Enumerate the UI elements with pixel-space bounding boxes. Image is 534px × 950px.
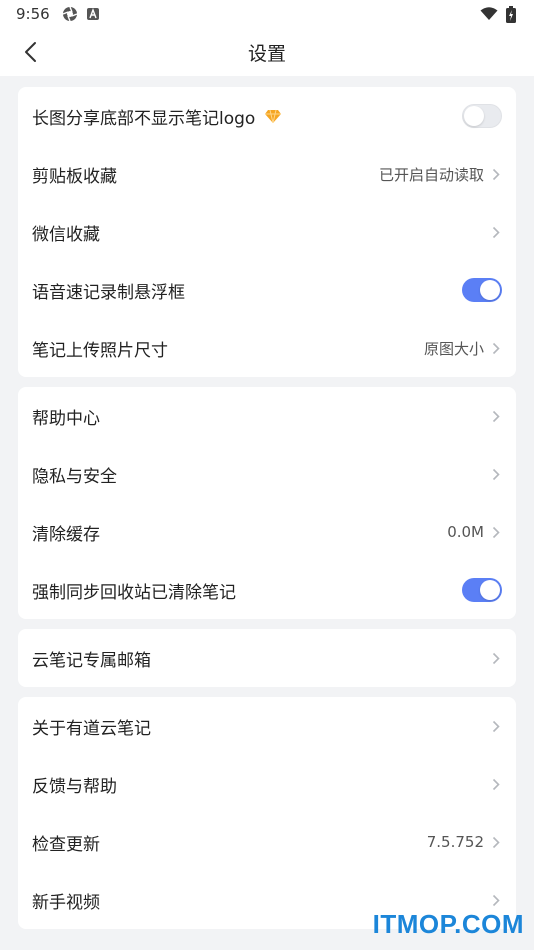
toggle-knob bbox=[464, 106, 484, 126]
battery-charging-icon bbox=[506, 5, 516, 23]
setting-row-voice-float[interactable]: 语音速记录制悬浮框 bbox=[18, 261, 516, 319]
force-sync-toggle[interactable] bbox=[462, 578, 502, 602]
setting-label: 长图分享底部不显示笔记logo bbox=[32, 108, 256, 129]
watermark: ITMOP.COM bbox=[372, 909, 524, 939]
setting-label-container: 长图分享底部不显示笔记logo bbox=[32, 104, 462, 129]
chevron-right-icon bbox=[490, 466, 502, 482]
chevron-right-icon bbox=[490, 776, 502, 792]
setting-row-mailbox[interactable]: 云笔记专属邮箱 bbox=[18, 629, 516, 687]
chevron-right-icon bbox=[490, 524, 502, 540]
chevron-right-icon bbox=[490, 834, 502, 850]
toggle-knob bbox=[480, 280, 500, 300]
page-title: 设置 bbox=[247, 42, 286, 65]
setting-row-about[interactable]: 关于有道云笔记 bbox=[18, 697, 516, 755]
setting-row-feedback[interactable]: 反馈与帮助 bbox=[18, 755, 516, 813]
chevron-right-icon bbox=[490, 718, 502, 734]
settings-group-help: 帮助中心 隐私与安全 清除缓存 0.0M 强制同步回收站已清除笔记 bbox=[18, 387, 516, 619]
chevron-right-icon bbox=[490, 224, 502, 240]
app-notification-icon bbox=[86, 7, 100, 21]
setting-row-photo-size[interactable]: 笔记上传照片尺寸 原图大小 bbox=[18, 319, 516, 377]
setting-label: 强制同步回收站已清除笔记 bbox=[32, 582, 236, 603]
setting-label: 帮助中心 bbox=[32, 408, 100, 429]
aperture-icon bbox=[62, 6, 78, 22]
toggle-knob bbox=[480, 580, 500, 600]
setting-label: 微信收藏 bbox=[32, 224, 100, 245]
chevron-right-icon bbox=[490, 340, 502, 356]
gem-icon bbox=[265, 109, 282, 123]
setting-label: 清除缓存 bbox=[32, 524, 100, 545]
setting-label: 关于有道云笔记 bbox=[32, 718, 151, 739]
setting-label: 剪贴板收藏 bbox=[32, 166, 117, 187]
navigation-bar: 设置 bbox=[0, 28, 534, 76]
settings-group-mail: 云笔记专属邮箱 bbox=[18, 629, 516, 687]
settings-group-about: 关于有道云笔记 反馈与帮助 检查更新 7.5.752 新手视频 bbox=[18, 697, 516, 929]
setting-value: 7.5.752 bbox=[426, 833, 484, 851]
setting-label: 检查更新 bbox=[32, 834, 100, 855]
back-button[interactable] bbox=[18, 40, 42, 64]
setting-value: 已开启自动读取 bbox=[378, 165, 484, 184]
settings-group-general: 长图分享底部不显示笔记logo 剪贴板收藏 已开启自动读取 微信收藏 语音速记录… bbox=[18, 87, 516, 377]
chevron-right-icon bbox=[490, 166, 502, 182]
chevron-right-icon bbox=[490, 408, 502, 424]
setting-row-long-image-logo[interactable]: 长图分享底部不显示笔记logo bbox=[18, 87, 516, 145]
setting-row-wechat[interactable]: 微信收藏 bbox=[18, 203, 516, 261]
setting-row-force-sync[interactable]: 强制同步回收站已清除笔记 bbox=[18, 561, 516, 619]
setting-row-clipboard[interactable]: 剪贴板收藏 已开启自动读取 bbox=[18, 145, 516, 203]
setting-row-clear-cache[interactable]: 清除缓存 0.0M bbox=[18, 503, 516, 561]
wifi-icon bbox=[480, 7, 498, 21]
settings-list: 长图分享底部不显示笔记logo 剪贴板收藏 已开启自动读取 微信收藏 语音速记录… bbox=[0, 76, 534, 929]
long-image-logo-toggle[interactable] bbox=[462, 104, 502, 128]
chevron-right-icon bbox=[490, 650, 502, 666]
setting-value: 0.0M bbox=[447, 523, 484, 541]
setting-row-privacy[interactable]: 隐私与安全 bbox=[18, 445, 516, 503]
status-time: 9:56 bbox=[16, 5, 50, 23]
voice-float-toggle[interactable] bbox=[462, 278, 502, 302]
chevron-left-icon bbox=[25, 42, 36, 62]
setting-label: 笔记上传照片尺寸 bbox=[32, 340, 168, 361]
chevron-right-icon bbox=[490, 892, 502, 908]
setting-row-check-update[interactable]: 检查更新 7.5.752 bbox=[18, 813, 516, 871]
setting-label: 反馈与帮助 bbox=[32, 776, 117, 797]
setting-label: 隐私与安全 bbox=[32, 466, 117, 487]
setting-row-help-center[interactable]: 帮助中心 bbox=[18, 387, 516, 445]
setting-label: 云笔记专属邮箱 bbox=[32, 650, 151, 671]
setting-value: 原图大小 bbox=[423, 339, 484, 358]
status-bar: 9:56 bbox=[0, 0, 534, 28]
setting-label: 语音速记录制悬浮框 bbox=[32, 282, 185, 303]
